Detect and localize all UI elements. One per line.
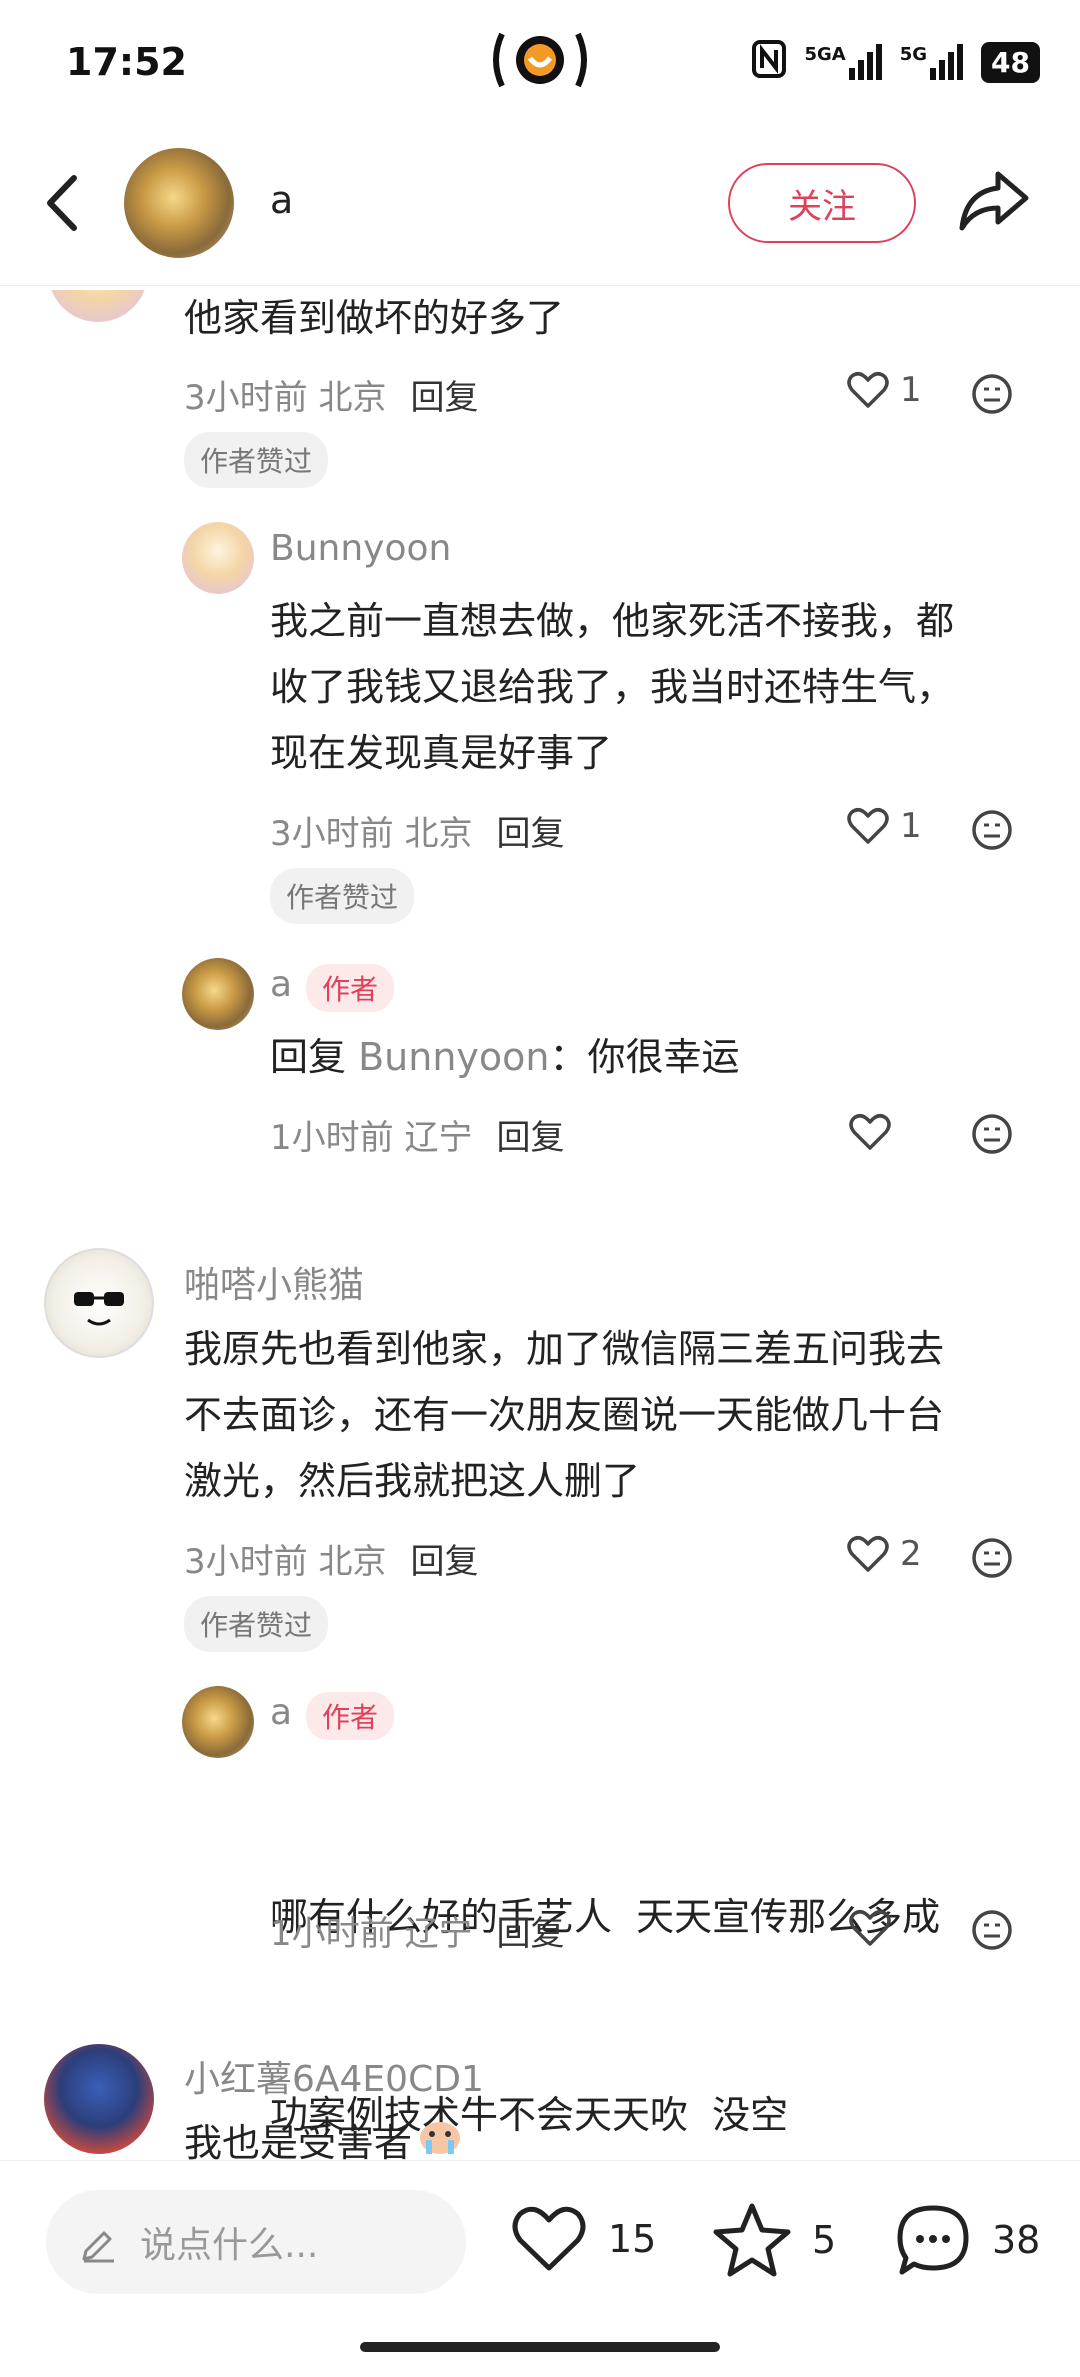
signal-icon: 5GA bbox=[804, 44, 882, 80]
comment-time-location: 3小时前 北京 bbox=[184, 378, 387, 418]
comment-time-location: 1小时前 辽宁 bbox=[270, 1118, 473, 1158]
back-icon[interactable] bbox=[38, 168, 88, 238]
author-avatar[interactable] bbox=[124, 148, 234, 258]
reply-prefix: 回复 bbox=[270, 1035, 347, 1079]
follow-button[interactable]: 关注 bbox=[728, 163, 916, 243]
comment-text: 他家看到做坏的好多了 bbox=[184, 296, 565, 340]
commenter-avatar[interactable] bbox=[44, 1248, 154, 1358]
comment-line: 激光，然后我就把这人删了 bbox=[184, 1459, 641, 1503]
comment-input-placeholder: 说点什么... bbox=[140, 2225, 319, 2266]
comment-line: 不去面诊，还有一次朋友圈说一天能做几十台 bbox=[184, 1393, 945, 1437]
react-emoji-icon[interactable] bbox=[970, 1908, 1014, 1956]
network-type-1: 5GA bbox=[804, 44, 846, 65]
comment-time-location: 3小时前 北京 bbox=[270, 814, 473, 854]
author-liked-badge: 作者赞过 bbox=[184, 1596, 329, 1652]
comment-line: 我原先也看到他家，加了微信隔三差五问我去 bbox=[184, 1327, 945, 1371]
reply-button[interactable]: 回复 bbox=[410, 1542, 478, 1582]
author-liked-badge: 作者赞过 bbox=[270, 868, 415, 924]
post-like-count: 15 bbox=[608, 2217, 657, 2261]
comment-line: 现在发现真是好事了 bbox=[270, 731, 613, 775]
status-time: 17:52 bbox=[66, 40, 187, 84]
commenter-name[interactable]: 小红薯6A4E0CD1 bbox=[184, 2050, 484, 2102]
signal-icon-2: 5G bbox=[899, 44, 964, 80]
heart-icon bbox=[849, 1114, 891, 1150]
post-comment-button[interactable]: 38 bbox=[894, 2202, 1040, 2278]
share-icon[interactable] bbox=[956, 166, 1032, 236]
commenter-name[interactable]: Bunnyoon bbox=[270, 528, 451, 569]
commenter-avatar[interactable] bbox=[182, 1686, 254, 1758]
comment-meta: 1小时前 辽宁 回复 bbox=[270, 1906, 564, 1955]
comment-meta: 3小时前 北京 回复 bbox=[270, 806, 564, 855]
commenter-avatar[interactable] bbox=[182, 958, 254, 1030]
reply-button[interactable]: 回复 bbox=[496, 1914, 564, 1954]
heart-icon bbox=[512, 2206, 586, 2271]
author-liked-badge: 作者赞过 bbox=[184, 432, 329, 488]
comment-time-location: 1小时前 辽宁 bbox=[270, 1914, 473, 1954]
heart-icon bbox=[847, 372, 889, 408]
comment-line: 收了我钱又退给我了，我当时还特生气， bbox=[270, 665, 955, 709]
like-button[interactable]: 1 bbox=[846, 370, 922, 410]
comment-bubble-icon bbox=[897, 2205, 969, 2275]
comment-meta: 3小时前 北京 回复 bbox=[184, 370, 478, 419]
post-favorite-button[interactable]: 5 bbox=[712, 2202, 836, 2278]
comment-text: 我之前一直想去做，他家死活不接我，都 收了我钱又退给我了，我当时还特生气， 现在… bbox=[270, 588, 954, 786]
commenter-avatar[interactable] bbox=[44, 2044, 154, 2154]
comment-time-location: 3小时前 北京 bbox=[184, 1542, 387, 1582]
heart-icon bbox=[847, 808, 889, 844]
commenter-name[interactable]: a bbox=[270, 1692, 292, 1733]
comment-input[interactable]: 说点什么... bbox=[46, 2190, 466, 2294]
comment-text: 我原先也看到他家，加了微信隔三差五问我去 不去面诊，还有一次朋友圈说一天能做几十… bbox=[184, 1316, 944, 1514]
comment-meta: 1小时前 辽宁 回复 bbox=[270, 1110, 564, 1159]
pencil-icon bbox=[82, 2231, 114, 2263]
app-logo bbox=[488, 24, 592, 96]
reply-button[interactable]: 回复 bbox=[496, 814, 564, 854]
home-indicator[interactable] bbox=[360, 2342, 720, 2352]
star-icon bbox=[713, 2203, 791, 2277]
post-favorite-count: 5 bbox=[812, 2218, 837, 2262]
heart-icon bbox=[849, 1910, 891, 1946]
author-name[interactable]: a bbox=[270, 178, 293, 222]
like-button[interactable] bbox=[848, 1112, 892, 1156]
post-like-button[interactable]: 15 bbox=[510, 2204, 656, 2274]
commenter-name[interactable]: a bbox=[270, 964, 292, 1005]
author-tag: 作者 bbox=[306, 964, 395, 1012]
commenter-avatar[interactable] bbox=[182, 522, 254, 594]
author-tag: 作者 bbox=[306, 1692, 395, 1740]
like-count: 1 bbox=[900, 806, 922, 846]
like-button[interactable]: 2 bbox=[846, 1534, 922, 1574]
like-button[interactable]: 1 bbox=[846, 806, 922, 846]
post-comment-count: 38 bbox=[992, 2218, 1041, 2262]
comment-text: 回复 Bunnyoon：你很幸运 bbox=[270, 1024, 740, 1090]
reply-button[interactable]: 回复 bbox=[410, 378, 478, 418]
reply-to-name[interactable]: Bunnyoon bbox=[358, 1035, 549, 1079]
nfc-icon bbox=[752, 40, 787, 84]
comment-line: 我之前一直想去做，他家死活不接我，都 bbox=[270, 599, 955, 643]
react-emoji-icon[interactable] bbox=[970, 1536, 1014, 1584]
commenter-name[interactable]: 啪嗒小熊猫 bbox=[184, 1256, 364, 1308]
network-type-2: 5G bbox=[899, 44, 928, 65]
reply-body: ：你很幸运 bbox=[549, 1035, 740, 1079]
comment-meta: 3小时前 北京 回复 bbox=[184, 1534, 478, 1583]
like-count: 2 bbox=[900, 1534, 922, 1574]
react-emoji-icon[interactable] bbox=[970, 372, 1014, 420]
like-count: 1 bbox=[900, 370, 922, 410]
like-button[interactable] bbox=[848, 1908, 892, 1952]
battery-icon: 48 bbox=[981, 41, 1040, 83]
status-icons: 5GA 5G 48 bbox=[752, 40, 1040, 84]
react-emoji-icon[interactable] bbox=[970, 808, 1014, 856]
reply-button[interactable]: 回复 bbox=[496, 1118, 564, 1158]
heart-icon bbox=[847, 1536, 889, 1572]
react-emoji-icon[interactable] bbox=[970, 1112, 1014, 1160]
